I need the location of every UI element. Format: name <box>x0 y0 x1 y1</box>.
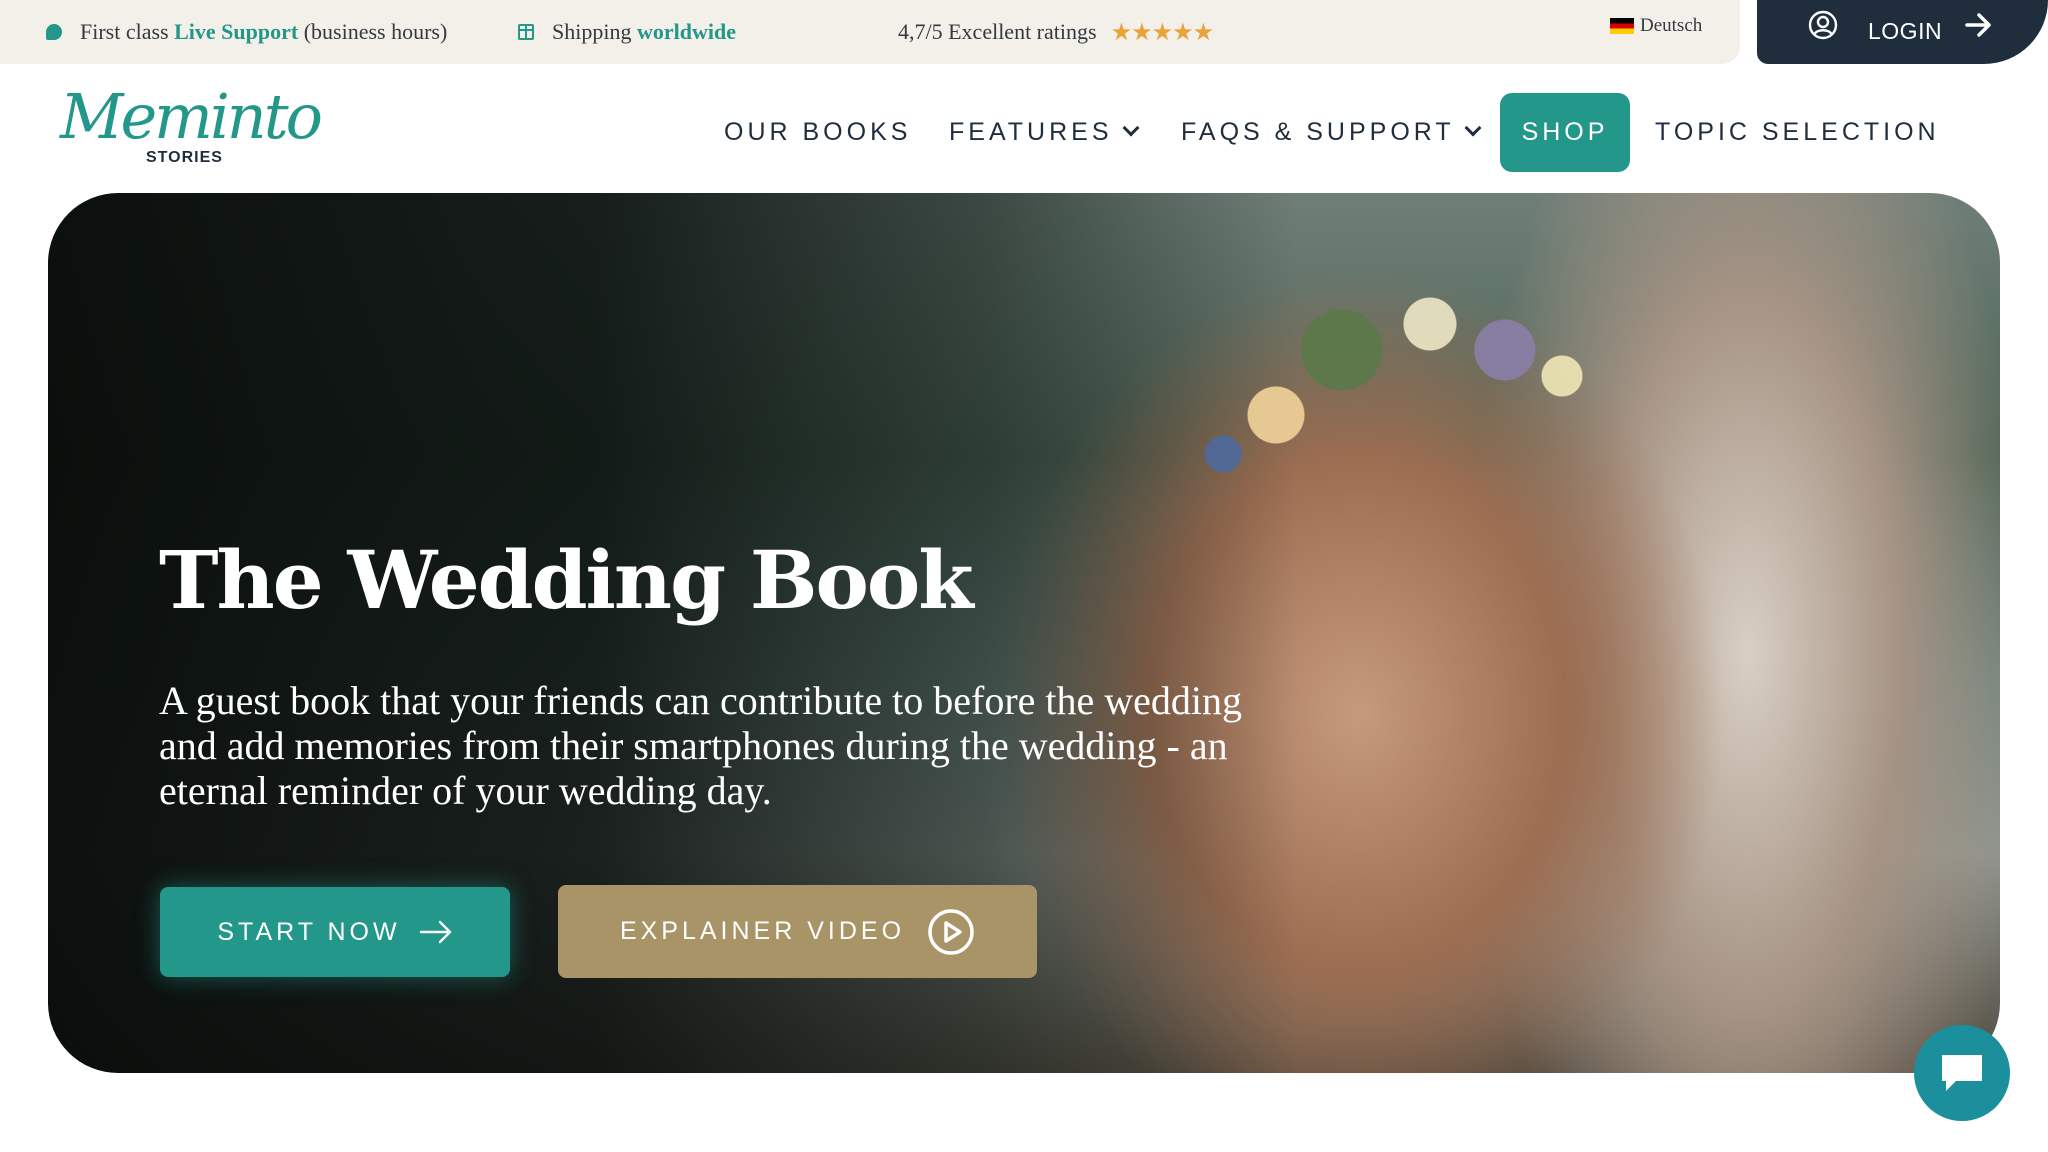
rating-stars-icon: ★★★★★ <box>1110 18 1215 46</box>
shop-label: SHOP <box>1521 118 1609 146</box>
start-now-label: START NOW <box>217 917 401 946</box>
support-suffix: (business hours) <box>298 19 448 44</box>
hero-description: A guest book that your friends can contr… <box>159 678 1243 813</box>
gift-icon <box>518 24 534 40</box>
nav-topic-selection-label: TOPIC SELECTION <box>1655 117 1940 146</box>
chevron-down-icon <box>1122 119 1139 137</box>
meminto-logo[interactable]: Meminto STORIES <box>60 86 323 176</box>
arrow-right-icon <box>419 920 451 944</box>
logo-script: Meminto <box>60 80 323 153</box>
live-support-info: First class Live Support (business hours… <box>46 0 447 64</box>
hero-banner: The Wedding Book A guest book that your … <box>48 193 2000 1073</box>
nav-features[interactable]: FEATURES <box>949 112 1139 152</box>
play-circle-icon <box>928 908 974 955</box>
explainer-video-label: EXPLAINER VIDEO <box>619 917 906 945</box>
chat-bubble-icon <box>46 24 62 40</box>
nav-our-books[interactable]: OUR BOOKS <box>724 112 911 152</box>
rating-info: 4,7/5 Excellent ratings ★★★★★ <box>898 0 1215 64</box>
nav-topic-selection[interactable]: TOPIC SELECTION <box>1655 112 1940 152</box>
german-flag-icon <box>1610 18 1634 34</box>
user-circle-icon <box>1808 10 1838 40</box>
shop-button[interactable]: SHOP <box>1500 93 1630 172</box>
nav-our-books-label: OUR BOOKS <box>724 117 912 146</box>
hero-photo-flower-crown <box>1188 233 1628 493</box>
shipping-accent: worldwide <box>636 19 736 44</box>
nav-faqs-label: FAQS & SUPPORT <box>1181 117 1455 146</box>
support-accent: Live Support <box>174 19 299 44</box>
shipping-info: Shipping worldwide <box>518 0 736 64</box>
rating-text: 4,7/5 Excellent ratings <box>898 19 1097 44</box>
support-prefix: First class <box>80 19 175 44</box>
hero-title: The Wedding Book <box>159 533 974 627</box>
arrow-right-icon <box>1965 13 1991 37</box>
logo-sub: STORIES <box>146 149 223 166</box>
start-now-button[interactable]: START NOW <box>160 887 510 977</box>
language-switcher[interactable]: Deutsch <box>1610 0 1702 58</box>
top-info-bar: First class Live Support (business hours… <box>0 0 1740 64</box>
nav-faqs-support[interactable]: FAQS & SUPPORT <box>1181 112 1482 152</box>
chevron-down-icon <box>1464 119 1482 137</box>
shipping-prefix: Shipping <box>552 19 637 44</box>
nav-features-label: FEATURES <box>949 117 1113 146</box>
login-button[interactable]: LOGIN <box>1757 0 2048 64</box>
login-label: LOGIN <box>1868 18 1943 44</box>
chat-widget-button[interactable] <box>1914 1025 2010 1121</box>
language-label: Deutsch <box>1640 15 1703 36</box>
chat-icon <box>1942 1055 1982 1091</box>
explainer-video-button[interactable]: EXPLAINER VIDEO <box>558 885 1037 978</box>
